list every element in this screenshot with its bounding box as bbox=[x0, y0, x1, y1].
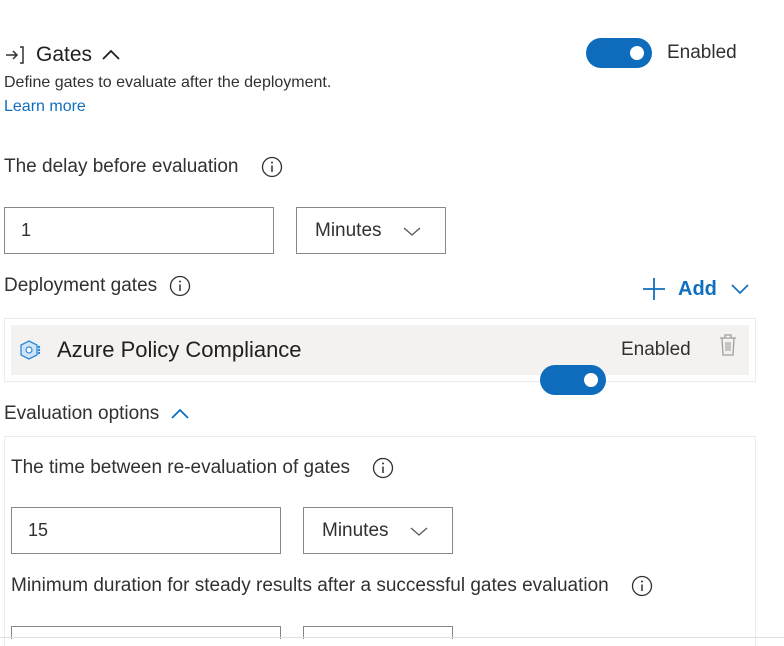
steady-duration-label: Minimum duration for steady results afte… bbox=[11, 575, 609, 596]
toggle-knob bbox=[584, 373, 598, 387]
reevaluation-label-row: The time between re-evaluation of gates bbox=[11, 455, 394, 481]
info-icon[interactable] bbox=[372, 457, 394, 479]
info-icon[interactable] bbox=[631, 575, 653, 597]
gate-name: Azure Policy Compliance bbox=[57, 337, 302, 362]
delete-trash-icon[interactable] bbox=[718, 333, 738, 357]
reevaluation-label: The time between re-evaluation of gates bbox=[11, 457, 351, 478]
evaluation-options-label: Evaluation options bbox=[4, 403, 160, 424]
reevaluation-unit-select[interactable]: Minutes bbox=[303, 507, 453, 554]
toggle-knob bbox=[630, 46, 644, 60]
add-gate-button[interactable]: Add bbox=[642, 276, 749, 302]
add-gate-label: Add bbox=[678, 277, 717, 300]
gates-enabled-label: Enabled bbox=[667, 42, 737, 63]
gates-title: Gates bbox=[36, 43, 93, 66]
gate-enabled-label: Enabled bbox=[621, 339, 691, 360]
plus-icon bbox=[643, 278, 665, 300]
reevaluation-value-input[interactable]: 15 bbox=[11, 507, 281, 554]
gates-header: Gates bbox=[4, 40, 122, 70]
steady-duration-label-row: Minimum duration for steady results afte… bbox=[11, 573, 653, 599]
chevron-up-icon[interactable] bbox=[100, 44, 122, 66]
delay-unit-select[interactable]: Minutes bbox=[296, 207, 446, 254]
info-icon[interactable] bbox=[169, 275, 191, 297]
delay-label: The delay before evaluation bbox=[4, 156, 239, 177]
gates-enabled-toggle[interactable] bbox=[586, 38, 652, 68]
deployment-gates-label-row: Deployment gates bbox=[4, 273, 191, 299]
reevaluation-unit-value: Minutes bbox=[322, 519, 389, 541]
evaluation-options-row[interactable]: Evaluation options bbox=[4, 401, 191, 427]
gate-enter-icon bbox=[6, 46, 24, 64]
deployment-gates-label: Deployment gates bbox=[4, 275, 158, 296]
info-icon[interactable] bbox=[261, 156, 283, 178]
chevron-up-icon[interactable] bbox=[169, 403, 191, 425]
delay-value-input[interactable]: 1 bbox=[4, 207, 274, 254]
chevron-down-icon bbox=[410, 526, 427, 536]
learn-more-link[interactable]: Learn more bbox=[4, 98, 86, 116]
gate-enabled-toggle[interactable] bbox=[540, 365, 606, 395]
bottom-divider bbox=[0, 637, 784, 638]
chevron-down-icon bbox=[731, 284, 749, 295]
delay-unit-value: Minutes bbox=[315, 219, 382, 241]
azure-policy-icon bbox=[20, 340, 41, 360]
gates-description: Define gates to evaluate after the deplo… bbox=[4, 74, 332, 91]
chevron-down-icon bbox=[403, 226, 420, 236]
delay-label-row: The delay before evaluation bbox=[4, 154, 283, 180]
